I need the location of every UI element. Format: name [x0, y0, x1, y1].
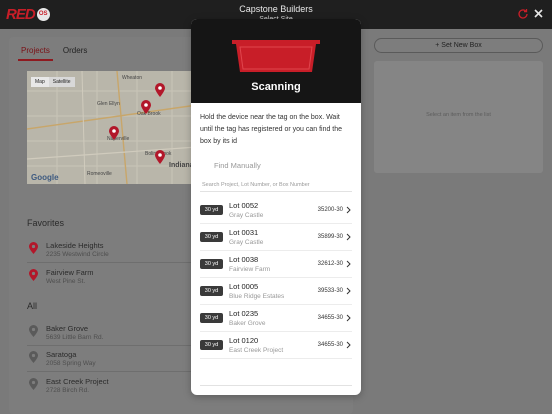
site-name: Fairview Farm	[46, 268, 94, 277]
lot-name: Lot 0235	[229, 309, 259, 318]
divider	[27, 371, 197, 372]
map-label: Indiana	[169, 162, 194, 169]
site-address: 2058 Spring Way	[46, 360, 96, 367]
set-new-box-button[interactable]: + Set New Box	[374, 38, 543, 53]
lot-row[interactable]: 30 yd Lot 0031 Gray Castle 35899-30	[200, 224, 352, 251]
map-type-map[interactable]: Map	[31, 77, 49, 87]
lot-name: Lot 0038	[229, 255, 259, 264]
size-badge: 30 yd	[200, 286, 223, 296]
size-badge: 30 yd	[200, 313, 223, 323]
divider	[27, 262, 197, 263]
chevron-right-icon	[346, 314, 351, 322]
size-badge: 30 yd	[200, 205, 223, 215]
chevron-right-icon	[346, 260, 351, 268]
google-logo: Google	[31, 173, 59, 182]
map-pin-icon	[29, 325, 38, 337]
size-badge: 30 yd	[200, 259, 223, 269]
chevron-right-icon	[346, 206, 351, 214]
map-label: Romeoville	[87, 171, 112, 177]
sites-map[interactable]: Map Satellite Wheaton Glen Ellyn Oak Bro…	[27, 71, 197, 184]
lot-name: Lot 0005	[229, 282, 259, 291]
site-address: West Pine St.	[46, 278, 86, 285]
site-item-favorite[interactable]: Fairview Farm West Pine St.	[27, 267, 197, 293]
lot-row[interactable]: 30 yd Lot 0120 East Creek Project 34655-…	[200, 332, 352, 359]
refresh-icon[interactable]	[517, 8, 529, 20]
divider	[27, 345, 197, 346]
map-label: Glen Ellyn	[97, 101, 120, 107]
site-name: East Creek Project	[46, 377, 109, 386]
dumpster-icon	[232, 40, 320, 72]
find-manually-label: Find Manually	[214, 161, 261, 170]
tab-orders[interactable]: Orders	[63, 46, 87, 61]
close-icon[interactable]	[533, 8, 544, 19]
all-heading: All	[27, 301, 38, 311]
site-address: 2728 Birch Rd.	[46, 387, 89, 394]
lot-site: East Creek Project	[229, 347, 284, 354]
dialog-header: Scanning	[191, 19, 361, 103]
lot-site: Gray Castle	[229, 212, 264, 219]
search-input[interactable]	[200, 179, 352, 192]
map-type-satellite[interactable]: Satellite	[49, 77, 75, 87]
box-id: 34655-30	[317, 315, 343, 321]
lot-row[interactable]: 30 yd Lot 0235 Baker Grove 34655-30	[200, 305, 352, 332]
map-pin-icon[interactable]	[155, 83, 165, 97]
lot-row[interactable]: 30 yd Lot 0038 Fairview Farm 32612-30	[200, 251, 352, 278]
app-title: Capstone Builders	[239, 4, 313, 14]
lot-site: Baker Grove	[229, 320, 266, 327]
box-id: 39533-30	[317, 288, 343, 294]
box-id: 35899-30	[317, 234, 343, 240]
lot-row[interactable]: 30 yd Lot 0052 Gray Castle 35200-30	[200, 197, 352, 224]
map-pin-icon	[29, 269, 38, 281]
chevron-right-icon	[346, 341, 351, 349]
size-badge: 30 yd	[200, 340, 223, 350]
box-id: 34655-30	[317, 342, 343, 348]
lot-name: Lot 0120	[229, 336, 259, 345]
lot-name: Lot 0052	[229, 201, 259, 210]
box-id: 35200-30	[317, 207, 343, 213]
size-badge: 30 yd	[200, 232, 223, 242]
site-address: 2235 Westwind Circle	[46, 251, 109, 258]
tab-projects[interactable]: Projects	[18, 46, 53, 61]
site-name: Lakeside Heights	[46, 241, 104, 250]
dialog-description: Hold the device near the tag on the box.…	[200, 114, 343, 145]
site-name: Baker Grove	[46, 324, 89, 333]
map-pin-icon[interactable]	[109, 126, 119, 140]
chevron-right-icon	[346, 287, 351, 295]
map-pin-icon[interactable]	[141, 100, 151, 114]
lot-name: Lot 0031	[229, 228, 259, 237]
lot-site: Blue Ridge Estates	[229, 293, 285, 300]
map-type-toggle[interactable]: Map Satellite	[31, 77, 75, 87]
map-pin-icon	[29, 378, 38, 390]
favorites-heading: Favorites	[27, 218, 65, 228]
tab-bar: Projects Orders	[18, 46, 97, 61]
divider	[200, 385, 352, 386]
site-address: 5639 Little Barn Rd.	[46, 334, 104, 341]
map-pin-icon	[29, 351, 38, 363]
lot-list: 30 yd Lot 0052 Gray Castle 35200-30 30 y…	[200, 197, 352, 359]
detail-placeholder: Select an item from the list	[426, 112, 491, 118]
chevron-right-icon	[346, 233, 351, 241]
lot-row[interactable]: 30 yd Lot 0005 Blue Ridge Estates 39533-…	[200, 278, 352, 305]
map-pin-icon[interactable]	[155, 150, 165, 164]
map-pin-icon	[29, 242, 38, 254]
scanning-dialog: Scanning Hold the device near the tag on…	[191, 19, 361, 395]
site-name: Saratoga	[46, 350, 77, 359]
site-item[interactable]: East Creek Project 2728 Birch Rd.	[27, 376, 197, 402]
box-id: 32612-30	[317, 261, 343, 267]
lot-site: Fairview Farm	[229, 266, 271, 273]
dialog-title: Scanning	[251, 81, 301, 93]
map-label: Wheaton	[122, 75, 143, 81]
lot-site: Gray Castle	[229, 239, 264, 246]
detail-panel: Select an item from the list	[374, 61, 543, 173]
